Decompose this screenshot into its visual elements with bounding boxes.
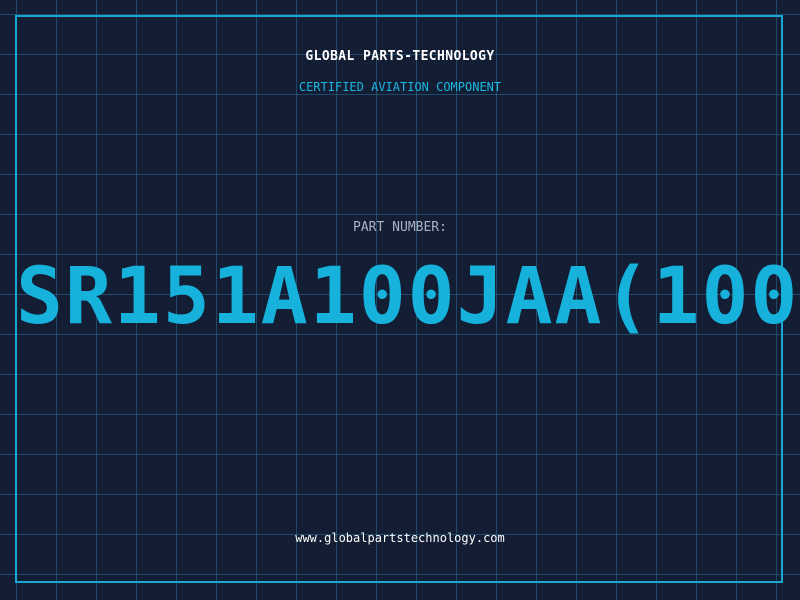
website-url: www.globalpartstechnology.com xyxy=(295,531,505,545)
company-name: GLOBAL PARTS-TECHNOLOGY xyxy=(305,49,495,64)
certification-subtitle: CERTIFIED AVIATION COMPONENT xyxy=(298,80,502,94)
part-number-label: PART NUMBER: xyxy=(353,220,447,235)
part-number-value: SR151A100JAA(100V xyxy=(16,252,800,342)
part-card: GLOBAL PARTS-TECHNOLOGY CERTIFIED AVIATI… xyxy=(0,0,800,600)
